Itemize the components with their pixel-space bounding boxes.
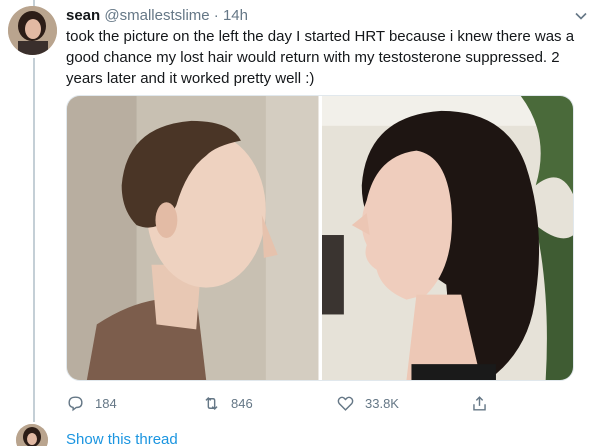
photo-right[interactable]: [321, 96, 573, 380]
share-icon: [473, 395, 486, 411]
photo-left-profile: [67, 96, 319, 380]
retweet-icon: [205, 396, 218, 410]
header-separator: ·: [213, 7, 219, 24]
heart-icon: [337, 396, 354, 411]
like-count: 33.8K: [365, 395, 399, 411]
show-thread-link[interactable]: Show this thread: [66, 431, 178, 446]
photo-right-profile: [321, 96, 573, 380]
tweet-timestamp[interactable]: 14h: [223, 7, 248, 24]
reply-icon: [68, 395, 83, 411]
reply-button[interactable]: 184: [66, 392, 117, 414]
author-name[interactable]: sean: [66, 7, 100, 24]
reply-count: 184: [95, 395, 117, 411]
thread-connector: [33, 58, 35, 422]
author-handle[interactable]: @smallestslime: [104, 7, 209, 24]
tweet-header: sean @smallestslime · 14h: [66, 6, 589, 26]
share-button[interactable]: [470, 392, 489, 414]
photo-left[interactable]: [67, 96, 319, 380]
tweet-text: took the picture on the left the day I s…: [66, 28, 575, 87]
chevron-down-icon[interactable]: [573, 8, 589, 24]
avatar[interactable]: [8, 6, 57, 55]
tweet-actions: 184 846 33.8K: [66, 392, 506, 414]
thread-avatar[interactable]: [16, 424, 48, 446]
tweet-media[interactable]: [66, 95, 574, 381]
retweet-button[interactable]: 846: [202, 392, 253, 414]
retweet-count: 846: [231, 395, 253, 411]
like-button[interactable]: 33.8K: [336, 392, 399, 414]
